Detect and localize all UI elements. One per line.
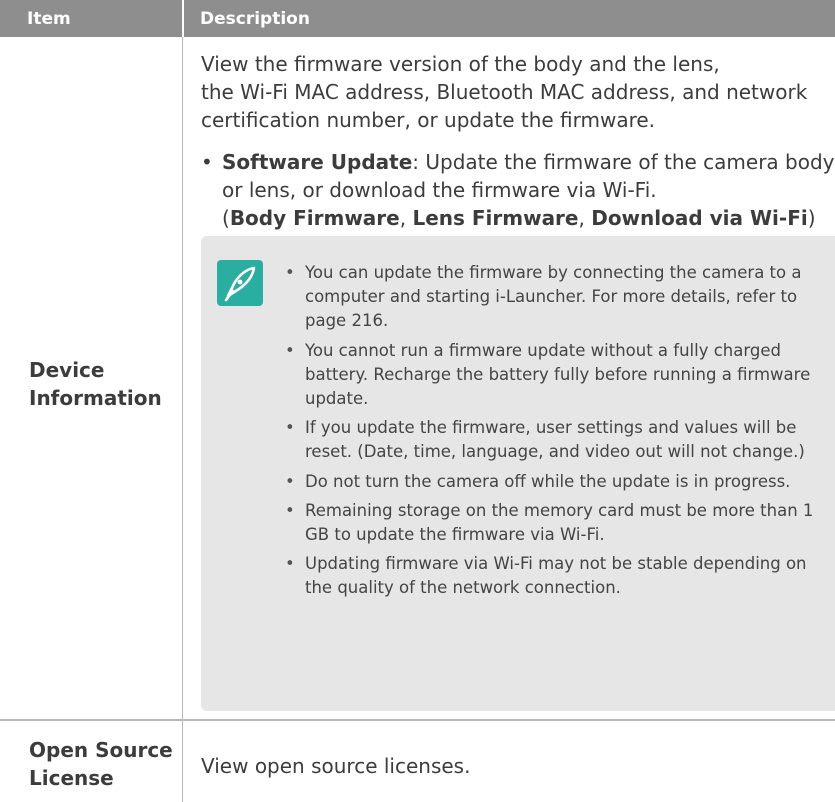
note-item: • Do not turn the camera off while the up… [285, 470, 825, 494]
sep: , [399, 206, 413, 230]
note-list: • You can update the firmware by connecti… [285, 261, 825, 606]
item-column-header: Item [27, 9, 71, 29]
header-divider [182, 0, 184, 37]
bullet-dot: • [285, 554, 295, 574]
bullet-dot: • [285, 500, 295, 520]
open-source-license-label-line1: Open Source [29, 738, 173, 762]
note-item: • Updating firmware via Wi-Fi may not be … [285, 552, 825, 600]
intro-line: the Wi-Fi MAC address, Bluetooth MAC add… [201, 80, 808, 104]
open-source-license-label: Open Source License [29, 736, 173, 792]
note-text: Do not turn the camera off while the upd… [305, 471, 791, 491]
intro-line: certification number, or update the firm… [201, 108, 656, 132]
table-header: Item Description [0, 0, 835, 37]
note-item: • You cannot run a firmware update withou… [285, 339, 825, 412]
open-source-license-description: View open source licenses. [201, 754, 471, 778]
device-information-label-line2: Information [29, 386, 162, 410]
note-item: • If you update the firmware, user settin… [285, 416, 825, 464]
pen-nib-graphic [224, 266, 256, 302]
bullet-dot: • [285, 471, 295, 491]
bullet-dot: • [285, 263, 295, 282]
sep: , [578, 206, 592, 230]
option-lens-firmware: Lens Firmware [412, 206, 579, 230]
bullet-dot: • [285, 418, 295, 438]
software-update-bullet: • [201, 148, 213, 176]
paren: ) [807, 206, 816, 230]
software-update-desc: : Update the firmware of the camera body [412, 150, 835, 174]
note-pen-icon [217, 260, 263, 306]
intro-line: View the firmware version of the body an… [201, 52, 720, 76]
note-text: Remaining storage on the memory card mus… [305, 500, 814, 545]
note-text: If you update the firmware, user setting… [305, 418, 805, 462]
software-update-title: Software Update [222, 150, 413, 174]
description-column-header: Description [200, 9, 310, 29]
note-text: You can update the firmware by connectin… [305, 263, 802, 331]
software-update-options: (Body Firmware, Lens Firmware, Download … [222, 204, 835, 232]
option-download-via-wifi: Download via Wi-Fi [591, 206, 808, 230]
paren: ( [222, 206, 230, 230]
note-text: You cannot run a firmware update without… [305, 340, 811, 409]
open-source-license-label-line2: License [29, 766, 114, 790]
device-info-intro: View the firmware version of the body an… [201, 50, 807, 134]
device-information-label: Device Information [29, 356, 162, 412]
software-update-desc-line2: or lens, or download the firmware via Wi… [222, 178, 657, 202]
option-body-firmware: Body Firmware [229, 206, 400, 230]
row-separator [0, 719, 835, 721]
device-information-label-line1: Device [29, 358, 105, 382]
note-text: Updating firmware via Wi-Fi may not be s… [305, 554, 807, 598]
bullet-dot: • [201, 150, 213, 174]
software-update-text: Software Update: Update the firmware of … [222, 148, 835, 232]
column-divider [182, 37, 183, 802]
note-item: • Remaining storage on the memory card mu… [285, 499, 825, 547]
bullet-dot: • [285, 340, 295, 360]
note-item: • You can update the firmware by connecti… [285, 261, 825, 334]
note-box: • You can update the firmware by connecti… [201, 236, 835, 711]
